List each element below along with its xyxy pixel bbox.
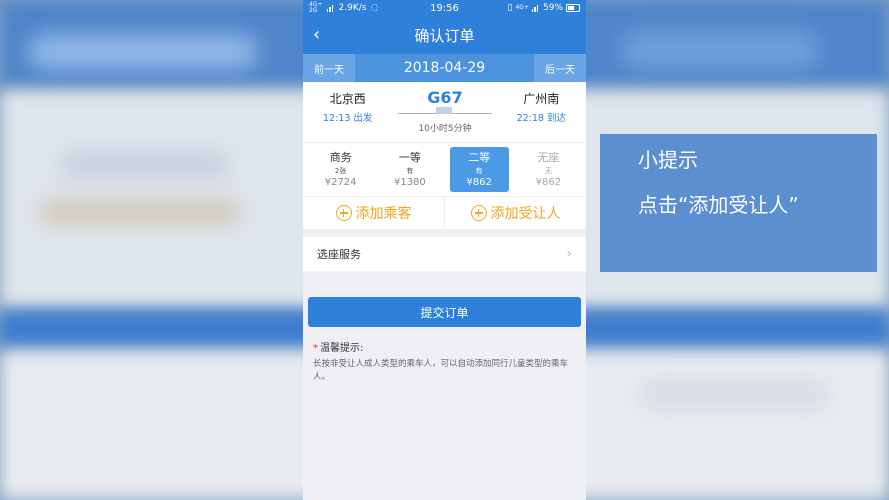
tips-section: * 温馨提示: 长按非受让人成人类型的乘车人，可以自动添加同行儿童类型的乘车人。 (303, 327, 586, 384)
seat-availability: 有 (475, 167, 483, 175)
add-passenger-button[interactable]: 添加乘客 (303, 197, 444, 229)
arrival-station: 广州南 (523, 92, 560, 106)
train-code: G67 (427, 88, 463, 107)
travel-date[interactable]: 2018-04-29 (355, 54, 534, 82)
vibrate-icon: ▯ (507, 3, 513, 13)
seat-name: 无座 (537, 151, 560, 164)
network-right-label: 4G+ (515, 4, 529, 11)
arrival-time: 22:18 到达 (516, 113, 566, 124)
seat-price: ¥862 (466, 177, 492, 188)
battery-icon (566, 4, 580, 12)
date-bar: 前一天 2018-04-29 后一天 (303, 54, 586, 82)
network-indicator: 4G+ 2G (309, 2, 323, 14)
departure-station: 北京西 (329, 92, 366, 106)
seat-name: 一等 (398, 151, 421, 164)
seat-price: ¥862 (535, 177, 562, 188)
seat-option-standing[interactable]: 无座 无 ¥862 (519, 147, 578, 192)
hint-title: 小提示 (638, 148, 698, 172)
train-number-block: G67 10小时5分钟 (398, 88, 492, 134)
tips-title: 温馨提示: (320, 343, 364, 354)
notification-icon: ◌ (370, 3, 379, 13)
route-arrow-icon (398, 107, 492, 117)
add-beneficiary-button[interactable]: 添加受让人 (444, 197, 586, 229)
status-bar: 4G+ 2G 2.9K/s ◌ 19:56 ▯ 4G+ 59% (303, 0, 586, 16)
page-title: 确认订单 (414, 26, 475, 45)
arrival-info: 广州南 22:18 到达 (517, 90, 566, 124)
seat-price: ¥2724 (324, 177, 357, 188)
tips-header: * 温馨提示: (313, 339, 576, 354)
add-people-row: 添加乘客 添加受让人 (303, 196, 586, 229)
travel-duration: 10小时5分钟 (418, 124, 472, 134)
train-info: 北京西 12:13 出发 G67 10小时5分钟 广州南 22:18 到达 (303, 82, 586, 142)
seat-service-row[interactable]: 选座服务 › (303, 237, 586, 271)
seat-availability: 有 (406, 167, 414, 175)
signal-icon (326, 4, 335, 12)
seat-class-selector: 商务 2张 ¥2724 一等 有 ¥1380 二等 有 ¥862 无座 无 ¥8… (303, 142, 586, 196)
battery-level: 59% (542, 3, 563, 13)
asterisk-icon: * (313, 343, 318, 354)
add-passenger-label: 添加乘客 (355, 206, 412, 222)
hint-text: 点击“添加受让人” (638, 193, 799, 217)
hint-overlay: 小提示 点击“添加受让人” (600, 134, 877, 272)
seat-service-label: 选座服务 (317, 248, 361, 261)
seat-option-second[interactable]: 二等 有 ¥862 (449, 147, 509, 192)
prev-day-button[interactable]: 前一天 (303, 54, 355, 82)
network-bottom-label: 2G (309, 7, 318, 14)
signal-icon-2 (531, 4, 540, 12)
seat-option-first[interactable]: 一等 有 ¥1380 (380, 147, 439, 192)
departure-info: 北京西 12:13 出发 (323, 90, 372, 124)
back-arrow-icon[interactable]: ‹ (313, 24, 320, 45)
seat-name: 二等 (468, 151, 491, 164)
seat-price: ¥1380 (393, 177, 426, 188)
next-day-button[interactable]: 后一天 (534, 54, 586, 82)
tips-body: 长按非受让人成人类型的乘车人，可以自动添加同行儿童类型的乘车人。 (313, 359, 569, 382)
top-nav-bar: ‹ 确认订单 (303, 16, 586, 54)
submit-order-button[interactable]: 提交订单 (308, 297, 581, 327)
departure-time: 12:13 出发 (323, 113, 373, 124)
seat-option-business[interactable]: 商务 2张 ¥2724 (311, 147, 370, 192)
seat-name: 商务 (329, 151, 352, 164)
phone-screen: 4G+ 2G 2.9K/s ◌ 19:56 ▯ 4G+ 59% ‹ 确认订单 前… (303, 0, 586, 500)
plus-circle-icon (470, 205, 487, 221)
seat-availability: 2张 (334, 167, 347, 175)
seat-availability: 无 (544, 167, 552, 175)
network-speed: 2.9K/s (338, 3, 367, 13)
chevron-right-icon: › (566, 246, 572, 262)
plus-circle-icon (335, 205, 352, 221)
add-beneficiary-label: 添加受让人 (490, 206, 561, 222)
